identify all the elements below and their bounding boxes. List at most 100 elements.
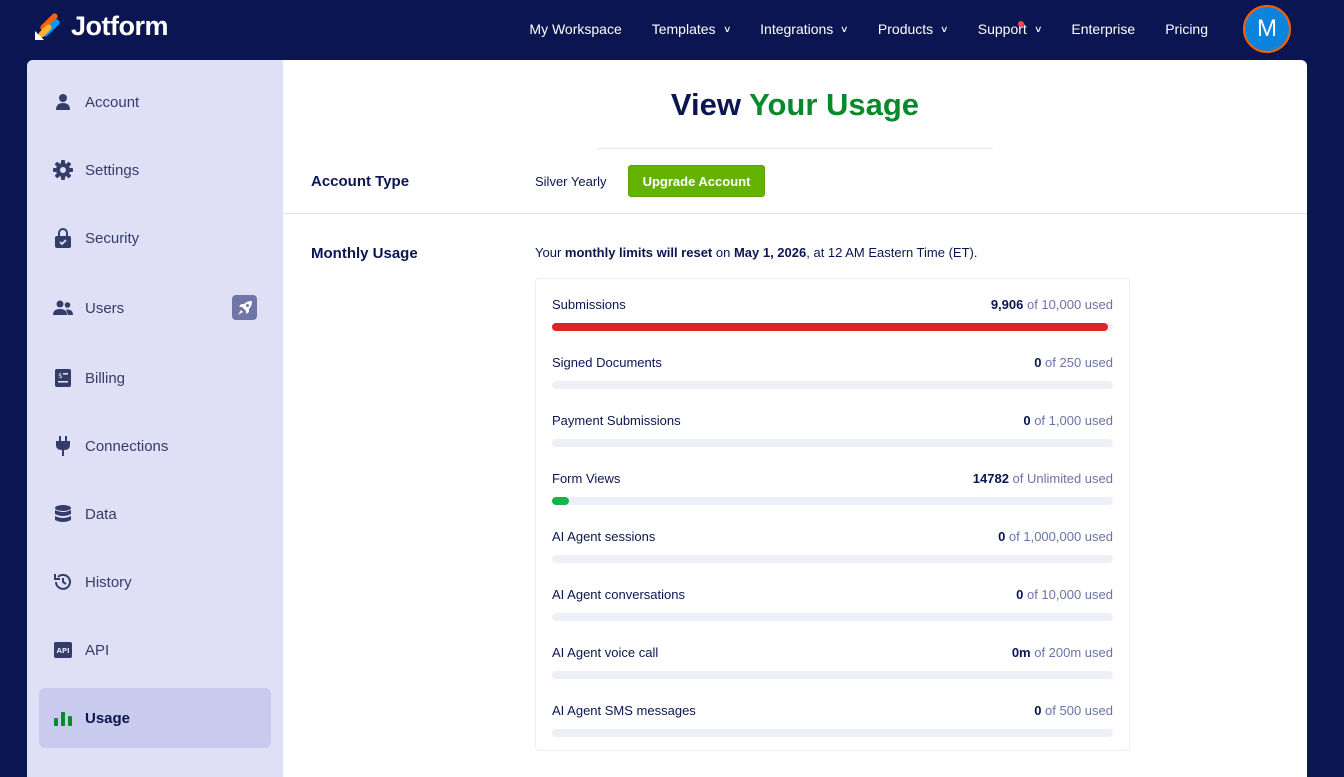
sidebar-item-users[interactable]: Users [39,278,271,338]
nav-products[interactable]: Products ∨ [863,0,963,58]
usage-value: 0 of 1,000,000 used [998,529,1113,544]
reset-text-part: on [712,245,734,260]
nav-support[interactable]: Support ∨ [963,0,1057,58]
settings-panel: Account Settings Security Users $ Billin… [27,60,1307,777]
usage-limit: of 250 used [1041,355,1113,370]
chevron-down-icon: ∨ [722,23,732,34]
sidebar-item-label: Billing [85,369,126,387]
chevron-down-icon: ∨ [1033,23,1043,34]
sidebar-item-label: Connections [85,437,169,455]
jotform-logo-icon [35,12,60,40]
usage-progress-fill [552,497,569,505]
usage-used: 14782 [972,471,1009,486]
chevron-down-icon: ∨ [940,23,949,34]
usage-row-ai-agent-conversations: AI Agent conversations 0 of 10,000 used [552,587,1113,645]
usage-used: 0 [1023,413,1031,428]
usage-limit: of 200m used [1030,645,1113,660]
plan-name: Silver Yearly [535,174,607,189]
usage-value: 0 of 10,000 used [1016,587,1113,602]
usage-value: 14782 of Unlimited used [973,471,1113,486]
sidebar-item-label: Security [85,229,140,247]
monthly-usage-label: Monthly Usage [311,245,418,262]
page-title-part2: Your Usage [749,87,920,122]
usage-limit: of 1,000,000 used [1005,529,1113,544]
reset-text-part: Your [535,245,565,260]
divider [283,213,1307,214]
usage-row-form-views: Form Views 14782 of Unlimited used [552,471,1113,529]
usage-progress-fill [552,323,1108,331]
rocket-icon [232,295,257,320]
nav-templates[interactable]: Templates ∨ [637,0,745,58]
usage-progress-bar [552,729,1113,737]
usage-value: 0m of 200m used [1012,645,1113,660]
sidebar-item-data[interactable]: Data [39,484,271,544]
usage-value: 0 of 500 used [1034,703,1113,718]
page-title: View Your Usage [283,87,1307,123]
usage-card: Submissions 9,906 of 10,000 used Signed … [535,278,1130,751]
history-icon [53,572,73,592]
usage-limit: of Unlimited used [1008,471,1113,486]
usage-progress-bar [552,497,1113,505]
sidebar-item-usage[interactable]: Usage [39,688,271,748]
database-icon [53,504,73,524]
sidebar-item-billing[interactable]: $ Billing [39,348,271,408]
usage-row-submissions: Submissions 9,906 of 10,000 used [552,297,1113,355]
usage-row-ai-agent-sessions: AI Agent sessions 0 of 1,000,000 used [552,529,1113,587]
gear-icon [53,160,73,180]
brand-name: Jotform [71,11,169,41]
nav-label: My Workspace [529,21,622,37]
nav-label: Templates [651,21,716,37]
sidebar-item-label: Data [85,505,117,523]
nav-integrations[interactable]: Integrations ∨ [745,0,863,58]
plug-icon [53,436,73,456]
usage-name: Signed Documents [552,355,662,370]
nav-label: Enterprise [1071,21,1136,37]
sidebar: Account Settings Security Users $ Billin… [27,60,283,777]
usage-progress-bar [552,555,1113,563]
usage-name: Payment Submissions [552,413,681,428]
sidebar-item-api[interactable]: API API [39,620,271,680]
usage-progress-bar [552,613,1113,621]
user-icon [53,92,73,112]
usage-used: 0m [1011,645,1031,660]
usage-name: AI Agent sessions [552,529,656,544]
nav-enterprise[interactable]: Enterprise [1056,0,1150,58]
nav-pricing[interactable]: Pricing [1150,0,1223,58]
usage-row-ai-agent-voice-call: AI Agent voice call 0m of 200m used [552,645,1113,703]
sidebar-item-label: History [85,573,132,591]
sidebar-item-history[interactable]: History [39,552,271,612]
usage-progress-bar [552,671,1113,679]
upgrade-account-button[interactable]: Upgrade Account [628,165,765,197]
usage-name: AI Agent voice call [552,645,659,660]
sidebar-item-security[interactable]: Security [39,208,271,268]
sidebar-item-connections[interactable]: Connections [39,416,271,476]
lock-icon [53,228,73,248]
usage-progress-bar [552,381,1113,389]
sidebar-item-label: Settings [85,161,140,179]
reset-notice: Your monthly limits will reset on May 1,… [535,245,977,260]
svg-text:$: $ [58,372,62,380]
usage-row-signed-documents: Signed Documents 0 of 250 used [552,355,1113,413]
billing-icon: $ [53,368,73,388]
bar-chart-icon [53,708,73,728]
sidebar-item-label: Account [85,93,140,111]
usage-value: 0 of 1,000 used [1023,413,1113,428]
reset-date: May 1, 2026 [733,245,807,260]
avatar-initial: M [1257,15,1277,42]
sidebar-item-account[interactable]: Account [39,72,271,132]
nav-my-workspace[interactable]: My Workspace [514,0,636,58]
usage-limit: of 1,000 used [1030,413,1113,428]
divider [597,148,993,149]
avatar[interactable]: M [1243,5,1291,53]
usage-value: 9,906 of 10,000 used [991,297,1113,312]
sidebar-item-settings[interactable]: Settings [39,140,271,200]
sidebar-item-label: API [85,641,110,659]
usage-progress-bar [552,439,1113,447]
jotform-logo[interactable]: Jotform [34,11,169,42]
account-type-label: Account Type [311,173,410,190]
api-icon: API [53,640,73,660]
usage-limit: of 10,000 used [1023,587,1113,602]
page-title-part1: View [670,87,742,122]
sidebar-item-label: Users [85,299,125,317]
usage-used: 9,906 [990,297,1024,312]
